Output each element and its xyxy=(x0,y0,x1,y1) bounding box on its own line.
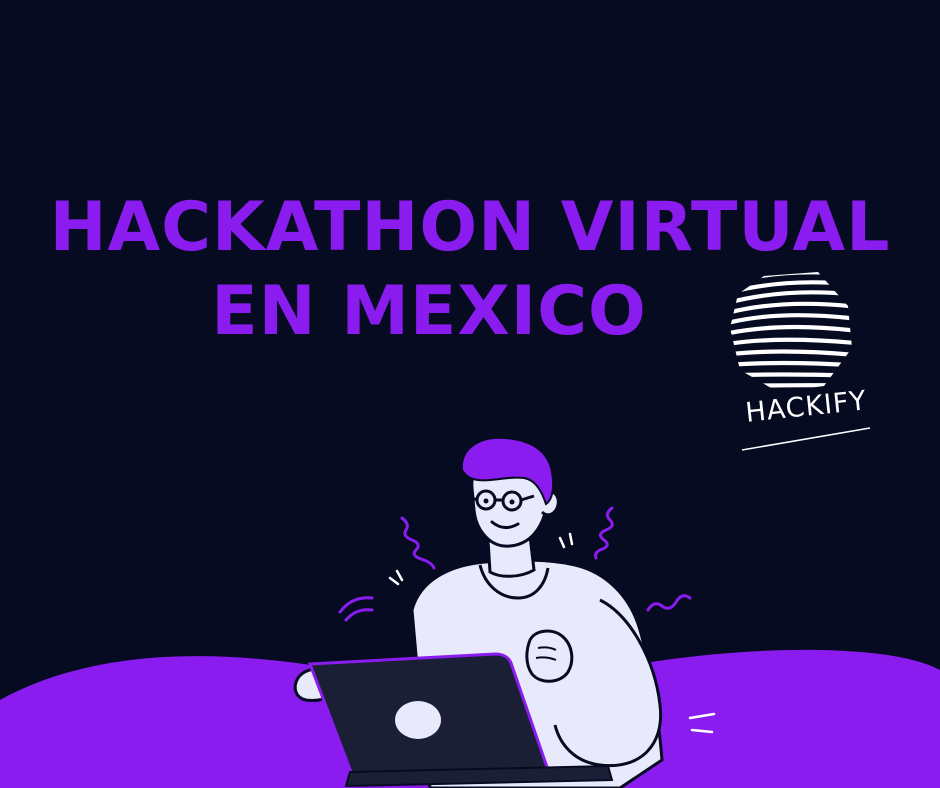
striped-sphere-icon xyxy=(730,272,852,389)
squiggle-left xyxy=(400,516,436,570)
laptop-logo xyxy=(395,701,441,739)
logo-underline xyxy=(741,427,871,451)
dash-lines-left xyxy=(388,569,404,586)
dash-lines-top xyxy=(558,532,574,549)
eye-right xyxy=(509,499,515,505)
eye-left xyxy=(483,498,489,504)
squiggle-far-right xyxy=(646,594,692,612)
headline-line-1: HACKATHON VIRTUAL xyxy=(49,188,891,267)
hackathon-poster: HACKATHON VIRTUAL EN MEXICO HACKIFY xyxy=(0,0,940,788)
squiggle-right xyxy=(594,506,614,560)
wave-lines-left xyxy=(338,596,374,622)
hackify-logo: HACKIFY xyxy=(722,262,872,468)
fist xyxy=(525,629,574,683)
